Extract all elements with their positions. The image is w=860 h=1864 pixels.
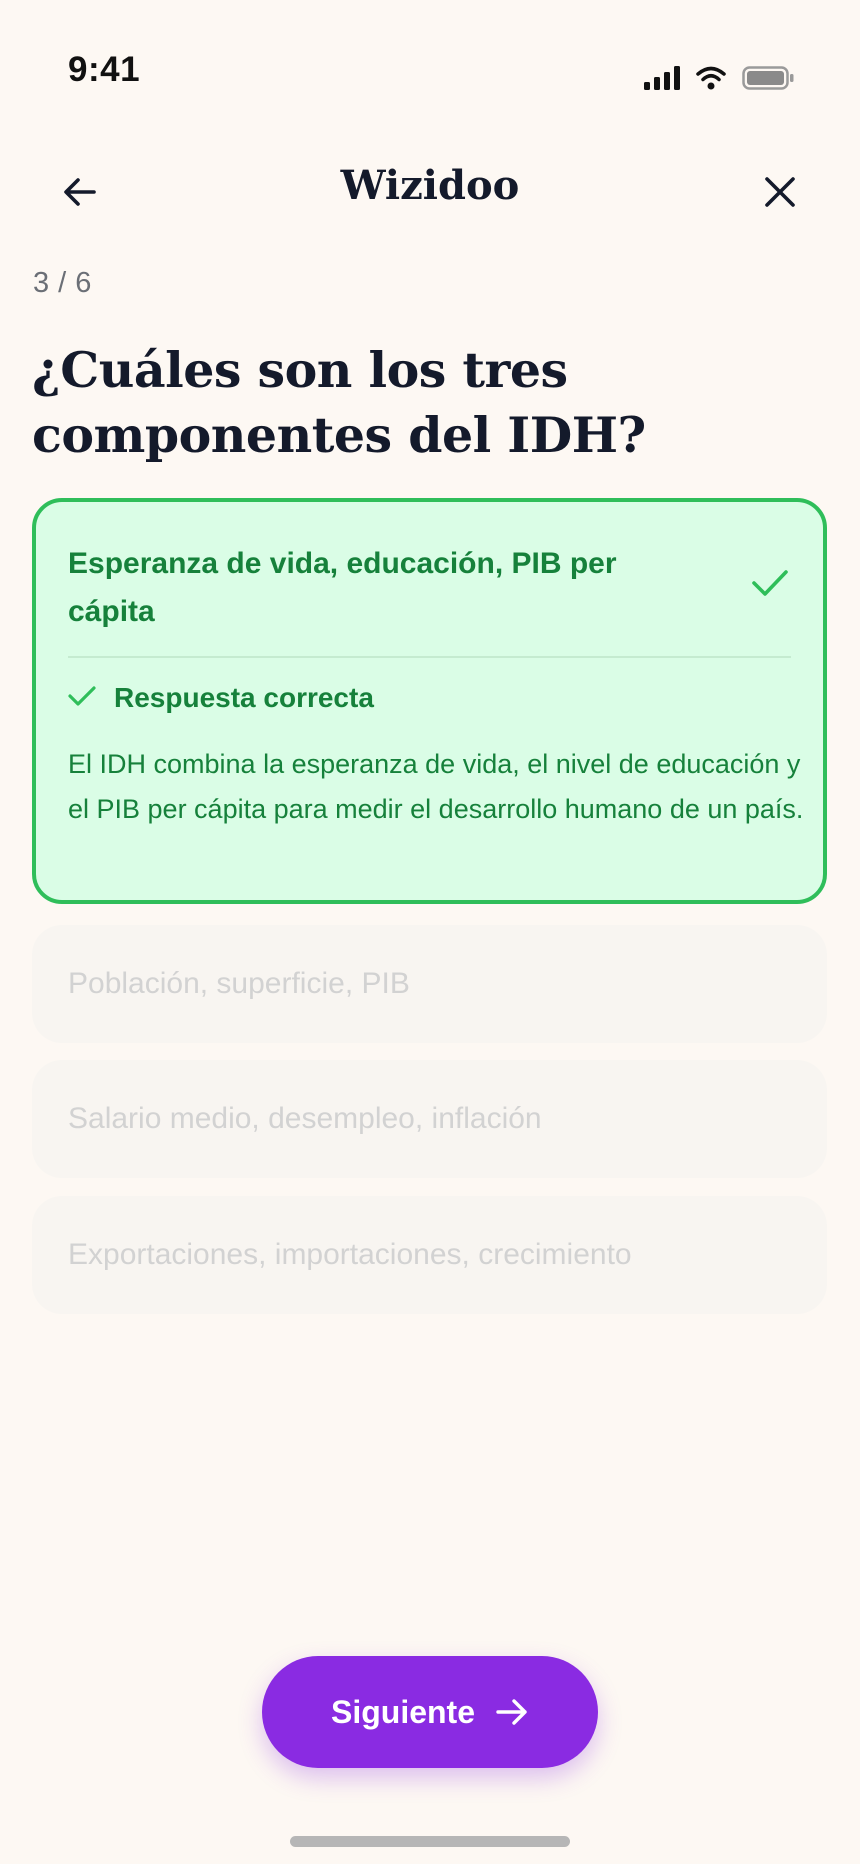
divider xyxy=(68,656,791,658)
answer-option[interactable]: Exportaciones, importaciones, crecimient… xyxy=(32,1196,827,1314)
wifi-icon xyxy=(696,66,726,95)
answer-option-label: Salario medio, desempleo, inflación xyxy=(68,1102,542,1135)
status-icons xyxy=(644,66,794,95)
feedback-title: Respuesta correcta xyxy=(114,682,374,713)
signal-icon xyxy=(644,66,680,95)
answer-option[interactable]: Salario medio, desempleo, inflación xyxy=(32,1060,827,1178)
feedback-row: Respuesta correcta xyxy=(68,682,374,714)
check-icon xyxy=(751,568,789,603)
close-icon xyxy=(765,177,795,207)
answer-option-label: Población, superficie, PIB xyxy=(68,967,410,1000)
close-button[interactable] xyxy=(748,160,812,224)
home-indicator xyxy=(290,1836,570,1847)
arrow-right-icon xyxy=(496,1699,527,1725)
answer-option[interactable]: Población, superficie, PIB xyxy=(32,925,827,1043)
next-button[interactable]: Siguiente xyxy=(262,1656,598,1768)
answer-option-label: Esperanza de vida, educación, PIB per cá… xyxy=(68,547,617,628)
battery-icon xyxy=(742,66,794,95)
check-small-icon xyxy=(68,685,96,712)
answer-explanation: El IDH combina la esperanza de vida, el … xyxy=(68,749,804,824)
status-time: 9:41 xyxy=(68,50,141,89)
app-title: Wizidoo xyxy=(340,162,520,209)
next-button-label: Siguiente xyxy=(330,1693,475,1730)
answer-option-label: Exportaciones, importaciones, crecimient… xyxy=(68,1238,632,1271)
question-progress: 3 / 6 xyxy=(33,267,92,299)
answer-option-correct[interactable]: Esperanza de vida, educación, PIB per cá… xyxy=(32,498,827,904)
question-text: ¿Cuáles son los tres componentes del IDH… xyxy=(32,341,646,464)
